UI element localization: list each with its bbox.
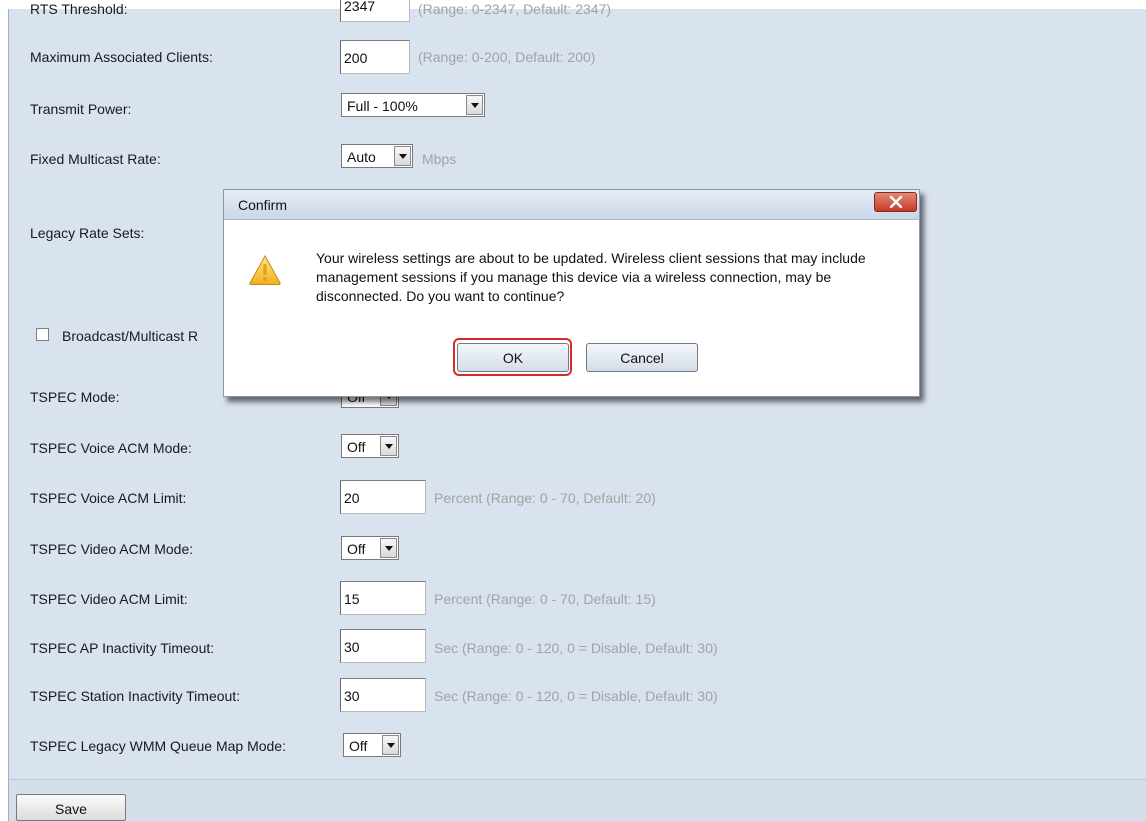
footer-bar	[8, 779, 1146, 821]
rts-threshold-label: RTS Threshold:	[30, 1, 128, 17]
transmit-power-label: Transmit Power:	[30, 101, 132, 117]
fixed-multicast-label: Fixed Multicast Rate:	[30, 151, 161, 167]
rts-threshold-input[interactable]: 2347	[340, 0, 410, 22]
close-icon	[889, 196, 903, 208]
confirm-dialog: Confirm Your wireless settings are about…	[223, 189, 920, 397]
dialog-title: Confirm	[238, 197, 288, 213]
fixed-multicast-unit: Mbps	[422, 151, 457, 167]
tspec-station-inactivity-input[interactable]: 30	[340, 678, 426, 712]
tspec-voice-acm-limit-label: TSPEC Voice ACM Limit:	[30, 490, 187, 506]
tspec-voice-acm-mode-value: Off	[347, 439, 366, 455]
rts-threshold-hint: (Range: 0-2347, Default: 2347)	[418, 1, 612, 17]
tspec-ap-inactivity-hint: Sec (Range: 0 - 120, 0 = Disable, Defaul…	[434, 640, 718, 656]
tspec-station-inactivity-label: TSPEC Station Inactivity Timeout:	[30, 688, 241, 704]
tspec-ap-inactivity-input[interactable]: 30	[340, 629, 426, 663]
tspec-video-acm-limit-hint: Percent (Range: 0 - 70, Default: 15)	[434, 591, 656, 607]
tspec-video-acm-mode-label: TSPEC Video ACM Mode:	[30, 541, 194, 557]
legacy-rate-sets-label: Legacy Rate Sets:	[30, 225, 145, 241]
save-button[interactable]: Save	[16, 794, 126, 821]
max-clients-label: Maximum Associated Clients:	[30, 49, 213, 65]
tspec-legacy-wmm-select[interactable]: Off	[343, 733, 401, 757]
tspec-legacy-wmm-value: Off	[349, 738, 368, 754]
tspec-station-inactivity-hint: Sec (Range: 0 - 120, 0 = Disable, Defaul…	[434, 688, 718, 704]
warning-icon	[249, 254, 281, 285]
transmit-power-select[interactable]: Full - 100%	[341, 93, 485, 117]
transmit-power-value: Full - 100%	[347, 98, 418, 114]
tspec-voice-acm-limit-hint: Percent (Range: 0 - 70, Default: 20)	[434, 490, 656, 506]
dialog-message: Your wireless settings are about to be u…	[316, 250, 866, 304]
dialog-close-button[interactable]	[874, 192, 917, 212]
broadcast-multicast-checkbox[interactable]	[36, 328, 49, 341]
ok-button[interactable]: OK	[457, 343, 569, 372]
dialog-title-bar: Confirm	[224, 190, 919, 220]
tspec-video-acm-mode-value: Off	[347, 541, 366, 557]
chevron-down-icon	[394, 146, 411, 166]
chevron-down-icon	[380, 436, 397, 456]
fixed-multicast-select[interactable]: Auto	[341, 144, 413, 168]
tspec-voice-acm-mode-label: TSPEC Voice ACM Mode:	[30, 440, 192, 456]
max-clients-hint: (Range: 0-200, Default: 200)	[418, 49, 596, 65]
tspec-mode-label: TSPEC Mode:	[30, 389, 120, 405]
tspec-legacy-wmm-label: TSPEC Legacy WMM Queue Map Mode:	[30, 738, 286, 754]
chevron-down-icon	[380, 538, 397, 558]
tspec-video-acm-limit-input[interactable]: 15	[340, 581, 426, 615]
cancel-button[interactable]: Cancel	[586, 343, 698, 372]
chevron-down-icon	[382, 735, 399, 755]
tspec-video-acm-limit-label: TSPEC Video ACM Limit:	[30, 591, 188, 607]
tspec-video-acm-mode-select[interactable]: Off	[341, 536, 399, 560]
chevron-down-icon	[466, 95, 483, 115]
broadcast-multicast-label: Broadcast/Multicast R	[62, 328, 199, 344]
max-clients-input[interactable]: 200	[340, 40, 410, 74]
tspec-ap-inactivity-label: TSPEC AP Inactivity Timeout:	[30, 640, 215, 656]
tspec-voice-acm-limit-input[interactable]: 20	[340, 480, 426, 514]
tspec-voice-acm-mode-select[interactable]: Off	[341, 434, 399, 458]
fixed-multicast-value: Auto	[347, 149, 376, 165]
